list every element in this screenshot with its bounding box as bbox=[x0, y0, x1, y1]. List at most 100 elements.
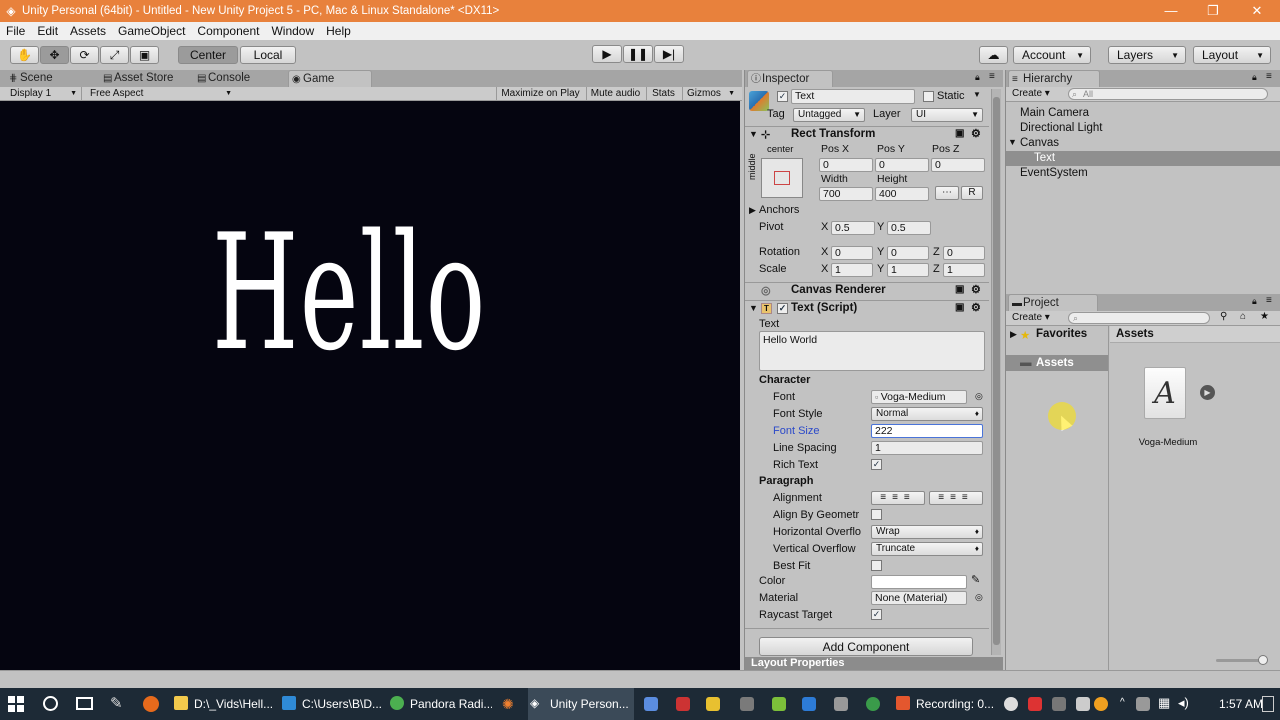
layout-dropdown[interactable]: Layout ▼ bbox=[1193, 46, 1271, 64]
tab-asset-store[interactable]: ▤ Asset Store bbox=[100, 70, 184, 87]
pivot-center-button[interactable]: Center bbox=[178, 46, 238, 64]
project-search-input[interactable]: ⌕ bbox=[1068, 312, 1210, 324]
hand-tool-icon[interactable]: ✋ bbox=[10, 46, 39, 64]
anchors-label[interactable]: Anchors bbox=[759, 204, 799, 216]
best-fit-checkbox[interactable] bbox=[871, 560, 882, 571]
canvas-renderer-header[interactable]: ◎ Canvas Renderer ▣ ⚙ bbox=[745, 282, 989, 299]
step-icon[interactable]: ▶| bbox=[654, 45, 684, 63]
game-view[interactable]: Hello bbox=[0, 101, 740, 670]
object-picker-icon[interactable]: ◎ bbox=[975, 592, 983, 603]
pen-app-icon[interactable]: ✎ bbox=[110, 694, 123, 712]
lock-icon[interactable]: 🔒︎ bbox=[1252, 72, 1257, 83]
raycast-checkbox[interactable]: ✓ bbox=[871, 609, 882, 620]
hierarchy-item-canvas[interactable]: Canvas bbox=[1020, 137, 1059, 149]
font-asset-name[interactable]: Voga-Medium bbox=[1128, 437, 1208, 448]
anchors-foldout-icon[interactable]: ▶ bbox=[749, 205, 756, 216]
menu-assets[interactable]: Assets bbox=[64, 24, 112, 38]
close-icon[interactable]: ✕ bbox=[1234, 0, 1280, 22]
expand-asset-icon[interactable]: ▶ bbox=[1200, 385, 1215, 400]
anchor-preset-button[interactable] bbox=[761, 158, 803, 198]
scrollbar-thumb[interactable] bbox=[993, 97, 1000, 645]
account-dropdown[interactable]: Account ▼ bbox=[1013, 46, 1091, 64]
hierarchy-item-main-camera[interactable]: Main Camera bbox=[1020, 107, 1089, 119]
font-field[interactable]: ▫ Voga-Medium bbox=[871, 390, 967, 404]
layout-properties-bar[interactable]: Layout Properties bbox=[745, 657, 1003, 670]
play-icon[interactable]: ▶ bbox=[592, 45, 622, 63]
scale-y-field[interactable]: 1 bbox=[887, 263, 929, 277]
assets-folder-label[interactable]: Assets bbox=[1036, 357, 1074, 369]
stats-button[interactable]: Stats bbox=[646, 87, 680, 100]
display-dropdown[interactable]: Display 1 ▼ bbox=[6, 87, 82, 100]
app-icon[interactable] bbox=[740, 697, 754, 711]
foldout-icon[interactable]: ▼ bbox=[749, 129, 758, 139]
mute-audio-button[interactable]: Mute audio bbox=[586, 87, 644, 100]
active-checkbox[interactable]: ✓ bbox=[777, 91, 788, 102]
posz-field[interactable]: 0 bbox=[931, 158, 985, 172]
clock[interactable]: 1:57 AM bbox=[1219, 697, 1263, 711]
tray-app-icon[interactable] bbox=[1136, 697, 1150, 711]
rect-transform-header[interactable]: ▼ ⊹ Rect Transform ▣ ⚙ bbox=[745, 126, 989, 143]
rotate-tool-icon[interactable]: ⟳ bbox=[70, 46, 99, 64]
tab-inspector[interactable]: ⓘ Inspector bbox=[747, 70, 833, 87]
notification-icon[interactable] bbox=[1262, 696, 1274, 712]
menu-window[interactable]: Window bbox=[265, 24, 320, 38]
lock-icon[interactable]: 🔒︎ bbox=[975, 72, 980, 83]
task-unity[interactable]: ◈ Unity Person... bbox=[528, 688, 634, 720]
eyedropper-icon[interactable]: ✎ bbox=[971, 573, 980, 586]
tab-project[interactable]: ▬ Project bbox=[1008, 294, 1098, 311]
hierarchy-create-dropdown[interactable]: Create ▾ bbox=[1012, 88, 1050, 99]
tray-app-icon[interactable] bbox=[1076, 697, 1090, 711]
menu-edit[interactable]: Edit bbox=[31, 24, 64, 38]
object-name-field[interactable]: Text bbox=[791, 89, 915, 104]
panel-menu-icon[interactable]: ≡ bbox=[989, 71, 995, 82]
windows-start-icon[interactable] bbox=[8, 696, 24, 712]
posy-field[interactable]: 0 bbox=[875, 158, 929, 172]
canvas-foldout-icon[interactable]: ▼ bbox=[1008, 137, 1017, 147]
scale-tool-icon[interactable]: ⤢ bbox=[100, 46, 129, 64]
tab-console[interactable]: ▤ Console bbox=[194, 70, 280, 87]
rich-text-checkbox[interactable]: ✓ bbox=[871, 459, 882, 470]
favorite-star-icon[interactable]: ★ bbox=[1260, 311, 1269, 322]
help-icon[interactable]: ▣ bbox=[955, 302, 964, 313]
scale-x-field[interactable]: 1 bbox=[831, 263, 873, 277]
pause-icon[interactable]: ❚❚ bbox=[623, 45, 653, 63]
task-explorer-vids[interactable]: D:\_Vids\Hell... bbox=[172, 688, 272, 720]
font-size-field[interactable]: 222 bbox=[871, 424, 983, 438]
color-swatch[interactable] bbox=[871, 575, 967, 589]
task-pandora[interactable]: Pandora Radi... bbox=[388, 688, 492, 720]
horizontal-alignment-icons[interactable]: ≡≡≡ bbox=[871, 491, 925, 505]
task-view-icon[interactable] bbox=[76, 697, 93, 710]
filezilla-icon[interactable] bbox=[676, 697, 690, 711]
favorites-label[interactable]: Favorites bbox=[1036, 328, 1087, 340]
rot-z-field[interactable]: 0 bbox=[943, 246, 985, 260]
tray-app-icon[interactable] bbox=[1052, 697, 1066, 711]
task-terminal[interactable]: C:\Users\B\D... bbox=[280, 688, 382, 720]
posx-field[interactable]: 0 bbox=[819, 158, 873, 172]
minimize-icon[interactable]: — bbox=[1148, 0, 1194, 22]
static-checkbox[interactable] bbox=[923, 91, 934, 102]
pivot-y-field[interactable]: 0.5 bbox=[887, 221, 931, 235]
material-field[interactable]: None (Material) bbox=[871, 591, 967, 605]
tray-app-icon[interactable] bbox=[1094, 697, 1108, 711]
font-style-dropdown[interactable]: Normal ♦ bbox=[871, 407, 983, 421]
hierarchy-item-eventsystem[interactable]: EventSystem bbox=[1020, 167, 1088, 179]
text-script-header[interactable]: ▼ T ✓ Text (Script) ▣ ⚙ bbox=[745, 300, 989, 317]
network-icon[interactable]: ▦ bbox=[1158, 695, 1170, 711]
help-icon[interactable]: ▣ bbox=[955, 284, 964, 295]
globe-icon[interactable] bbox=[866, 697, 880, 711]
help-icon[interactable]: ▣ bbox=[955, 128, 964, 139]
gear-icon[interactable]: ⚙ bbox=[971, 127, 981, 140]
close-tray-icon[interactable] bbox=[1028, 697, 1042, 711]
favorites-foldout-icon[interactable]: ▶ bbox=[1010, 329, 1017, 340]
add-component-button[interactable]: Add Component bbox=[759, 637, 973, 656]
cortana-icon[interactable] bbox=[43, 696, 58, 711]
align-geometry-checkbox[interactable] bbox=[871, 509, 882, 520]
h-overflow-dropdown[interactable]: Wrap ♦ bbox=[871, 525, 983, 539]
hierarchy-item-directional-light[interactable]: Directional Light bbox=[1020, 122, 1102, 134]
menu-file[interactable]: File bbox=[0, 24, 31, 38]
menu-help[interactable]: Help bbox=[320, 24, 357, 38]
object-picker-icon[interactable]: ◎ bbox=[975, 391, 983, 402]
tab-game[interactable]: ◉ Game bbox=[288, 70, 372, 87]
gear-icon[interactable]: ⚙ bbox=[971, 301, 981, 314]
foldout-icon[interactable]: ▼ bbox=[749, 303, 758, 313]
